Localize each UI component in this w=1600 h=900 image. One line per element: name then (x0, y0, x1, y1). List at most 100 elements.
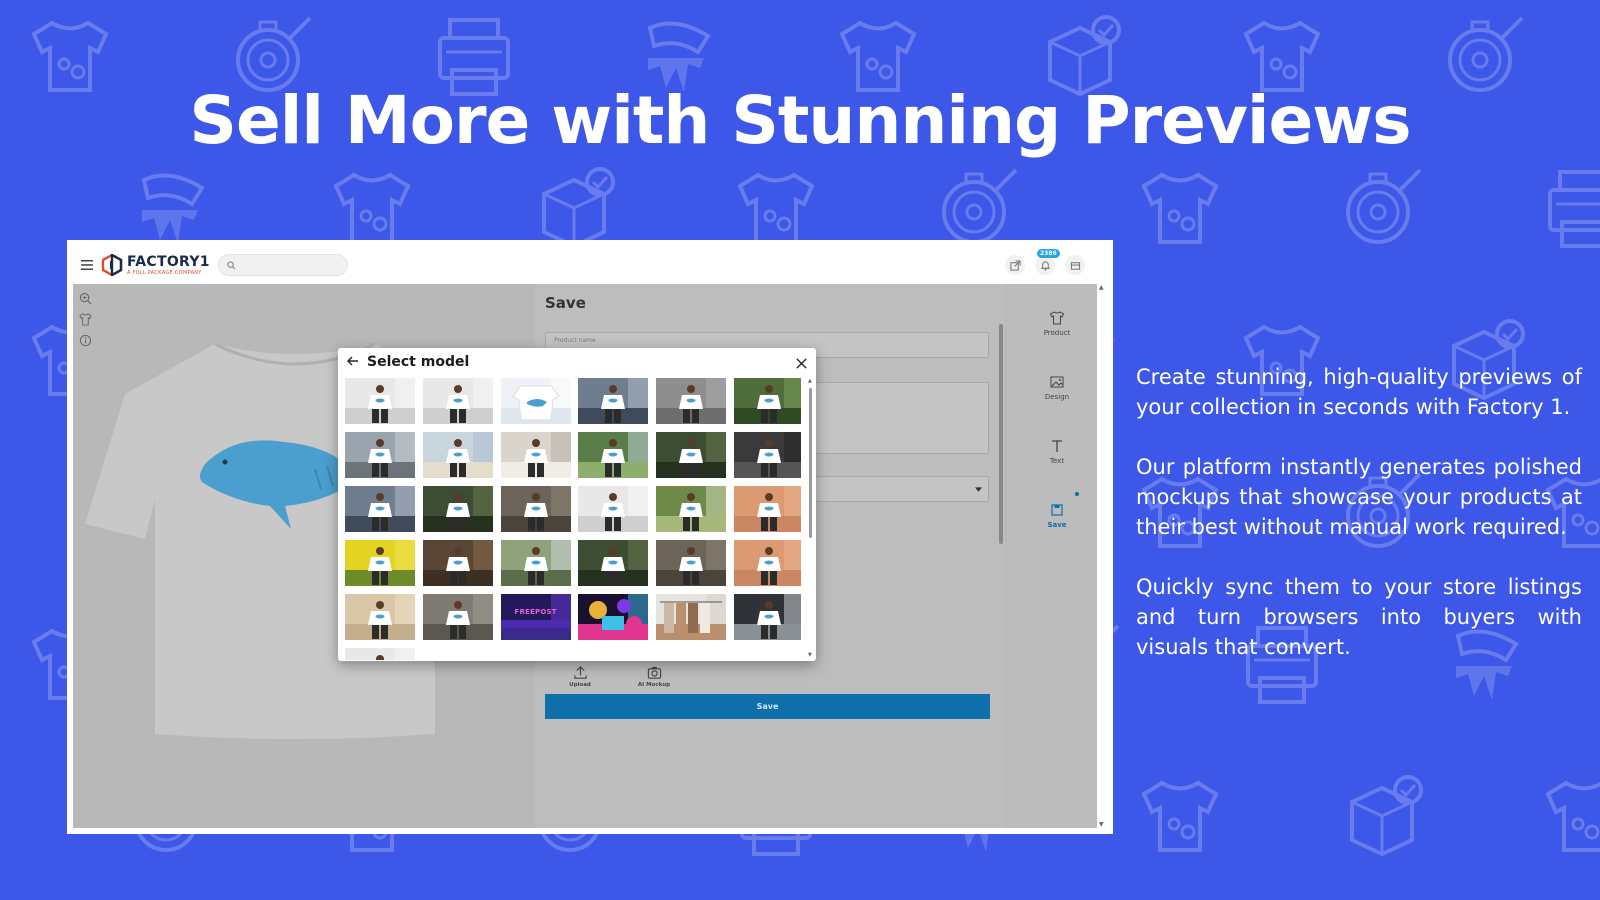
rail-design[interactable]: Design (1007, 374, 1107, 401)
logo-name: FACTORY1 (127, 253, 210, 270)
active-indicator-dot (1075, 492, 1079, 496)
upload-label: Upload (569, 681, 591, 688)
scroll-up-icon[interactable]: ▲ (1099, 284, 1104, 291)
dialog-title: Select model (367, 354, 470, 370)
close-icon (796, 358, 807, 369)
save-button[interactable]: Save (545, 694, 990, 719)
model-thumbnail[interactable] (345, 540, 415, 586)
copy-paragraph: Quickly sync them to your store listings… (1136, 575, 1582, 659)
model-thumbnail[interactable] (733, 432, 801, 478)
model-thumbnail[interactable] (578, 486, 649, 532)
model-thumbnail[interactable] (656, 432, 727, 478)
search-icon (227, 260, 236, 269)
dialog-scroll-up-icon[interactable]: ▲ (808, 378, 812, 384)
model-thumbnail[interactable]: FREEPOST (500, 594, 571, 640)
upload-button[interactable]: Upload (545, 658, 615, 694)
model-thumbnail[interactable] (345, 648, 415, 660)
panel-scrollbar[interactable] (999, 324, 1003, 544)
printer-pattern-icon (1536, 160, 1600, 256)
model-thumbnail[interactable] (578, 378, 649, 424)
chevron-down-icon (975, 487, 982, 492)
model-thumbnail[interactable] (733, 540, 801, 586)
back-button[interactable] (346, 353, 360, 372)
marketing-copy: Create stunning, high-quality previews o… (1136, 362, 1582, 692)
search-box[interactable] (217, 254, 348, 276)
model-thumbnail[interactable] (422, 486, 493, 532)
model-thumbnail[interactable] (500, 540, 571, 586)
model-thumbnail[interactable] (656, 486, 727, 532)
arrow-left-icon (347, 356, 358, 365)
rail-text-label: Text (1049, 457, 1065, 465)
notification-badge: 2386 (1037, 249, 1060, 258)
ai-mockup-button[interactable]: AI Mockup (619, 658, 689, 694)
model-thumbnail[interactable] (422, 432, 493, 478)
editor-workspace: Save Product name Upload AI Mockup Save (73, 284, 1107, 828)
hoop-pattern-icon (1334, 160, 1430, 256)
model-thumbnail[interactable] (500, 486, 571, 532)
model-thumbnail[interactable] (578, 540, 649, 586)
text-icon (1052, 440, 1062, 452)
zoom-icon[interactable] (79, 292, 92, 305)
select-model-dialog: Select model FREEPOST ▲ ▼ (338, 348, 816, 661)
menu-icon[interactable] (81, 260, 93, 270)
rail-design-label: Design (1044, 393, 1070, 401)
topbar-actions: 2386 (1005, 249, 1085, 275)
camera-icon (647, 666, 661, 679)
logo-tagline: A FULL PACKAGE COMPANY (127, 269, 202, 276)
model-thumbnail[interactable] (345, 378, 415, 424)
external-link-button[interactable] (1005, 255, 1025, 275)
copy-paragraph: Create stunning, high-quality previews o… (1136, 365, 1582, 419)
search-input[interactable] (239, 259, 340, 271)
shirt-pattern-icon (1132, 160, 1228, 256)
model-thumbnail[interactable] (733, 378, 801, 424)
model-thumbnail[interactable] (345, 486, 415, 532)
shirt-pattern-icon (1132, 768, 1228, 864)
rail-product-label: Product (1043, 329, 1071, 337)
box-pattern-icon (1334, 768, 1430, 864)
model-thumbnail[interactable] (345, 594, 415, 640)
thumbnail-banner-text: FREEPOST (514, 608, 557, 616)
tshirt-icon (1049, 311, 1065, 325)
product-name-hint: Product name (554, 337, 596, 344)
model-thumbnail[interactable] (422, 540, 493, 586)
model-thumbnail[interactable] (422, 378, 493, 424)
rail-save[interactable]: Save (1007, 502, 1107, 529)
copy-paragraph: Our platform instantly generates polishe… (1136, 455, 1582, 539)
app-topbar: FACTORY1 A FULL PACKAGE COMPANY 2386 (73, 246, 1107, 284)
close-button[interactable] (795, 355, 808, 374)
rail-text[interactable]: Text (1007, 438, 1107, 465)
factory1-logo-icon (101, 254, 123, 276)
dialog-scroll-thumb[interactable] (809, 388, 812, 538)
model-thumbnail[interactable] (656, 594, 727, 640)
save-icon (1051, 504, 1063, 516)
app-window: FACTORY1 A FULL PACKAGE COMPANY 2386 Sav… (67, 240, 1113, 834)
model-thumbnail[interactable] (733, 486, 801, 532)
dialog-scrollbar[interactable]: ▲ ▼ (808, 378, 813, 658)
store-icon (1070, 261, 1080, 270)
page-headline: Sell More with Stunning Previews (189, 82, 1411, 159)
save-panel-title: Save (545, 294, 586, 312)
model-thumbnail[interactable] (422, 594, 493, 640)
right-tool-rail: Product Design Text Save (1007, 284, 1107, 828)
logo-wordmark: FACTORY1 A FULL PACKAGE COMPANY (127, 255, 210, 276)
model-thumbnail[interactable] (733, 594, 801, 640)
model-thumbnail[interactable] (656, 378, 727, 424)
store-button[interactable] (1065, 255, 1085, 275)
notifications-button[interactable]: 2386 (1035, 249, 1060, 275)
ai-mockup-label: AI Mockup (637, 681, 671, 688)
window-scrollbar[interactable]: ▲ ▼ (1097, 284, 1107, 828)
model-thumbnail[interactable] (500, 432, 571, 478)
model-thumbnail[interactable] (578, 594, 649, 640)
dialog-scroll-down-icon[interactable]: ▼ (808, 652, 812, 658)
model-thumbnail-grid: FREEPOST (345, 378, 801, 660)
model-thumbnail[interactable] (656, 540, 727, 586)
model-thumbnail[interactable] (345, 432, 415, 478)
bell-icon (1040, 260, 1050, 271)
model-thumbnail[interactable] (500, 378, 571, 424)
model-thumbnail[interactable] (578, 432, 649, 478)
rail-product[interactable]: Product (1007, 310, 1107, 337)
external-link-icon (1009, 259, 1021, 271)
shirt-pattern-icon (1536, 768, 1600, 864)
upload-row: Upload AI Mockup (545, 658, 689, 694)
scroll-down-icon[interactable]: ▼ (1099, 821, 1104, 828)
